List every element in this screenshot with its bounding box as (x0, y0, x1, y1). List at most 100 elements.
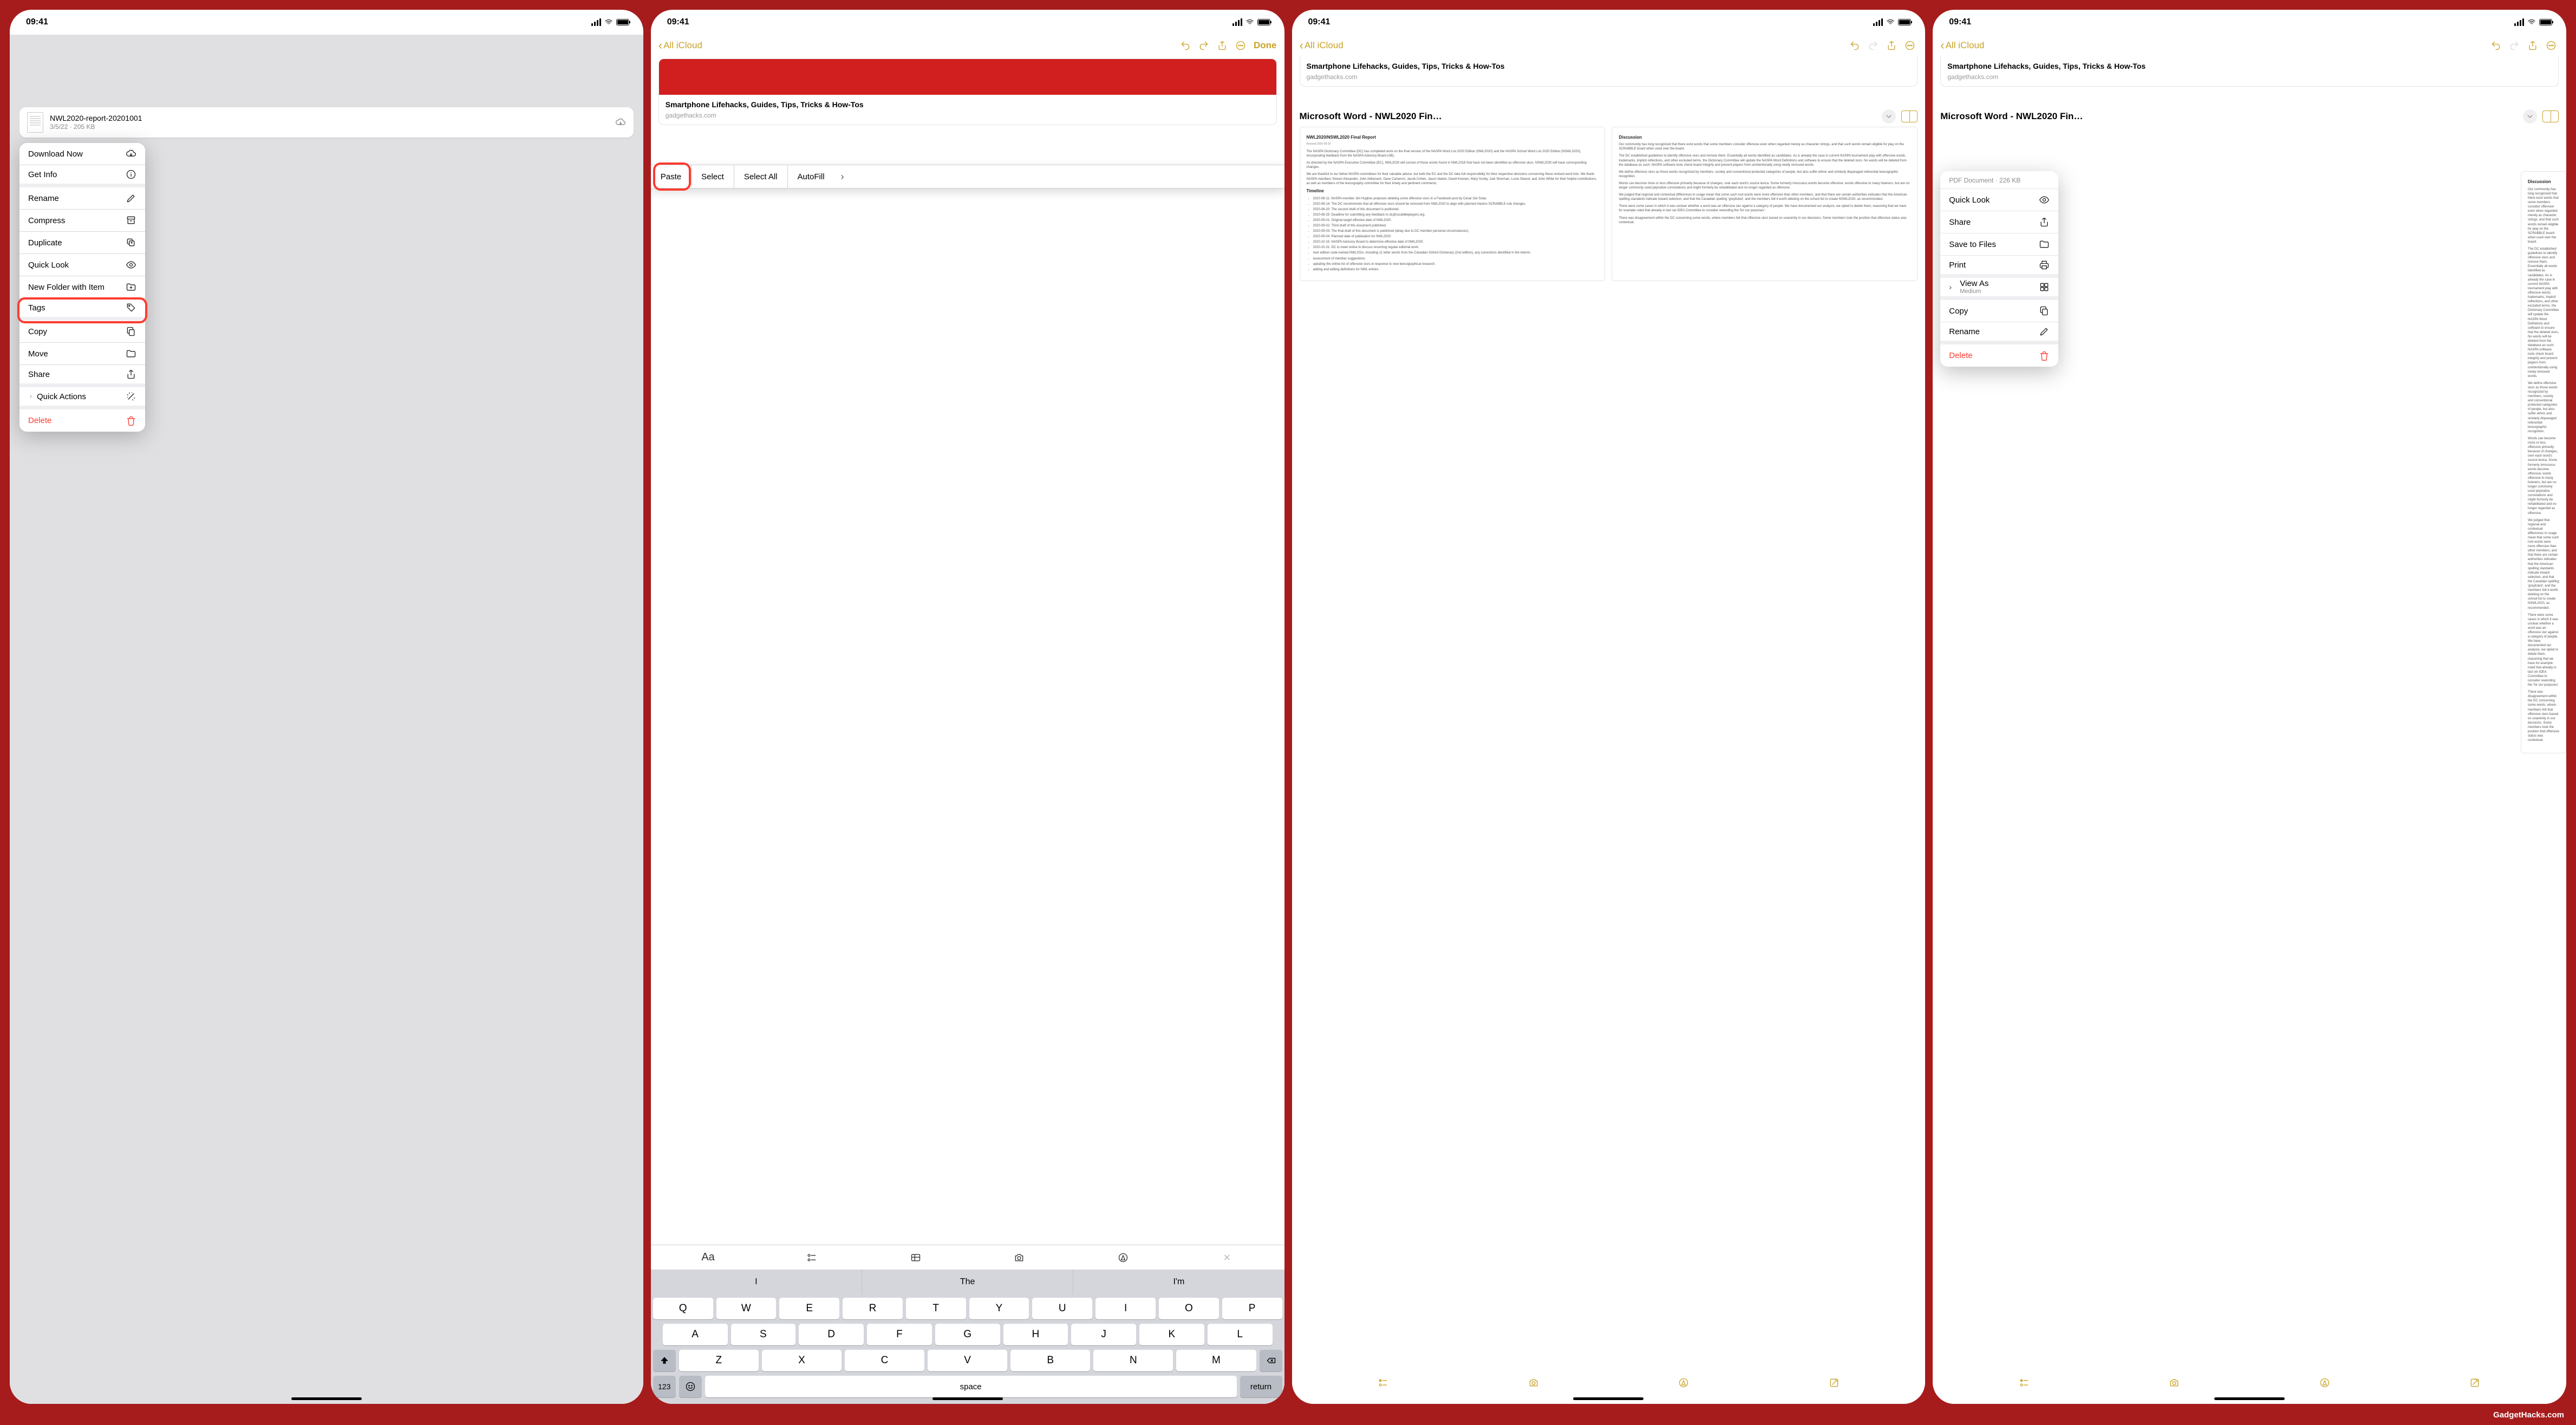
note-body[interactable]: Smartphone Lifehacks, Guides, Tips, Tric… (1933, 56, 2566, 1404)
menu-copy[interactable]: Copy (19, 321, 145, 343)
key-delete[interactable] (1260, 1350, 1282, 1371)
key-e[interactable]: E (779, 1298, 839, 1319)
menu-duplicate[interactable]: Duplicate (19, 232, 145, 254)
suggestion-1[interactable]: I (651, 1270, 862, 1294)
more-button[interactable] (2544, 38, 2559, 53)
attachment-view-toggle[interactable] (2542, 110, 2559, 122)
tool-new-note-icon[interactable] (2467, 1375, 2483, 1391)
menu-delete[interactable]: Delete (1940, 344, 2058, 367)
menu-view-as[interactable]: › View AsMedium (1940, 278, 2058, 300)
key-c[interactable]: C (845, 1350, 924, 1371)
tool-camera-icon[interactable] (2166, 1375, 2182, 1391)
key-y[interactable]: Y (969, 1298, 1029, 1319)
back-button[interactable]: ‹All iCloud (1940, 40, 1984, 51)
key-w[interactable]: W (716, 1298, 777, 1319)
key-b[interactable]: B (1010, 1350, 1090, 1371)
key-j[interactable]: J (1071, 1324, 1136, 1345)
edit-select[interactable]: Select (692, 165, 734, 188)
menu-quick-look[interactable]: Quick Look (19, 254, 145, 276)
key-d[interactable]: D (799, 1324, 864, 1345)
format-table-icon[interactable] (907, 1248, 925, 1267)
key-m[interactable]: M (1176, 1350, 1256, 1371)
menu-print[interactable]: Print (1940, 256, 2058, 278)
undo-button[interactable] (2488, 38, 2503, 53)
attachment-view-toggle[interactable] (1901, 110, 1918, 122)
menu-copy[interactable]: Copy (1940, 300, 2058, 322)
format-aa[interactable]: Aa (699, 1248, 718, 1267)
key-u[interactable]: U (1032, 1298, 1092, 1319)
link-preview[interactable]: Smartphone Lifehacks, Guides, Tips, Tric… (658, 58, 1277, 125)
edit-select-all[interactable]: Select All (734, 165, 788, 188)
done-button[interactable]: Done (1254, 40, 1277, 51)
key-v[interactable]: V (928, 1350, 1007, 1371)
edit-autofill[interactable]: AutoFill (788, 165, 834, 188)
attachment-chevron[interactable] (1882, 109, 1896, 123)
menu-rename[interactable]: Rename (1940, 322, 2058, 344)
undo-button[interactable] (1847, 38, 1862, 53)
menu-new-folder[interactable]: New Folder with Item (19, 276, 145, 298)
tool-checklist-icon[interactable] (1375, 1375, 1391, 1391)
more-button[interactable] (1902, 38, 1918, 53)
tool-markup-icon[interactable] (1675, 1375, 1692, 1391)
format-checklist-icon[interactable] (803, 1248, 821, 1267)
suggestion-2[interactable]: The (862, 1270, 1073, 1294)
suggestion-3[interactable]: I'm (1073, 1270, 1284, 1294)
cloud-download-icon[interactable] (615, 117, 626, 128)
key-z[interactable]: Z (679, 1350, 759, 1371)
menu-quick-actions[interactable]: Quick Actions (19, 387, 145, 409)
key-l[interactable]: L (1208, 1324, 1273, 1345)
redo-button[interactable] (1196, 38, 1211, 53)
undo-button[interactable] (1178, 38, 1193, 53)
key-o[interactable]: O (1159, 1298, 1219, 1319)
menu-tags[interactable]: Tags (19, 298, 145, 321)
menu-save-to-files[interactable]: Save to Files (1940, 233, 2058, 256)
tool-new-note-icon[interactable] (1826, 1375, 1842, 1391)
attachment-preview[interactable]: NWL2020/NSWL2020 Final Report Revised 20… (1292, 127, 1926, 281)
menu-share[interactable]: Share (1940, 211, 2058, 233)
file-row[interactable]: NWL2020-report-20201001 3/5/22 · 205 KB (19, 107, 634, 138)
menu-move[interactable]: Move (19, 343, 145, 365)
key-x[interactable]: X (762, 1350, 842, 1371)
edit-paste[interactable]: Paste (651, 165, 692, 188)
tool-checklist-icon[interactable] (2016, 1375, 2032, 1391)
note-body[interactable]: Smartphone Lifehacks, Guides, Tips, Tric… (1292, 56, 1926, 1404)
menu-quick-look[interactable]: Quick Look (1940, 189, 2058, 211)
menu-share[interactable]: Share (19, 365, 145, 387)
format-camera-icon[interactable] (1010, 1248, 1028, 1267)
key-s[interactable]: S (731, 1324, 796, 1345)
key-return[interactable]: return (1240, 1376, 1282, 1397)
link-preview[interactable]: Smartphone Lifehacks, Guides, Tips, Tric… (1940, 56, 2559, 87)
tool-markup-icon[interactable] (2317, 1375, 2333, 1391)
key-k[interactable]: K (1139, 1324, 1204, 1345)
globe-icon[interactable] (666, 1403, 680, 1404)
key-t[interactable]: T (906, 1298, 966, 1319)
menu-get-info[interactable]: Get Info (19, 165, 145, 187)
format-markup-icon[interactable] (1114, 1248, 1132, 1267)
key-a[interactable]: A (663, 1324, 728, 1345)
menu-rename[interactable]: Rename (19, 187, 145, 210)
mic-icon[interactable] (1255, 1403, 1269, 1404)
back-button[interactable]: ‹All iCloud (1300, 40, 1344, 51)
tool-camera-icon[interactable] (1525, 1375, 1542, 1391)
share-button[interactable] (1215, 38, 1230, 53)
edit-menu-more[interactable]: › (834, 171, 851, 183)
key-h[interactable]: H (1003, 1324, 1068, 1345)
key-g[interactable]: G (935, 1324, 1000, 1345)
key-i[interactable]: I (1095, 1298, 1156, 1319)
key-emoji[interactable] (679, 1376, 702, 1397)
key-p[interactable]: P (1222, 1298, 1282, 1319)
note-body[interactable]: Smartphone Lifehacks, Guides, Tips, Tric… (651, 56, 1284, 1404)
share-button[interactable] (1884, 38, 1899, 53)
key-123[interactable]: 123 (653, 1376, 676, 1397)
attachment-chevron[interactable] (2523, 109, 2537, 123)
share-button[interactable] (2525, 38, 2540, 53)
format-close[interactable]: × (1218, 1248, 1236, 1267)
menu-download-now[interactable]: Download Now (19, 143, 145, 165)
link-preview[interactable]: Smartphone Lifehacks, Guides, Tips, Tric… (1300, 56, 1918, 87)
key-shift[interactable] (653, 1350, 676, 1371)
back-button[interactable]: ‹All iCloud (658, 40, 702, 51)
key-q[interactable]: Q (653, 1298, 713, 1319)
key-r[interactable]: R (843, 1298, 903, 1319)
menu-delete[interactable]: Delete (19, 409, 145, 432)
menu-compress[interactable]: Compress (19, 210, 145, 232)
